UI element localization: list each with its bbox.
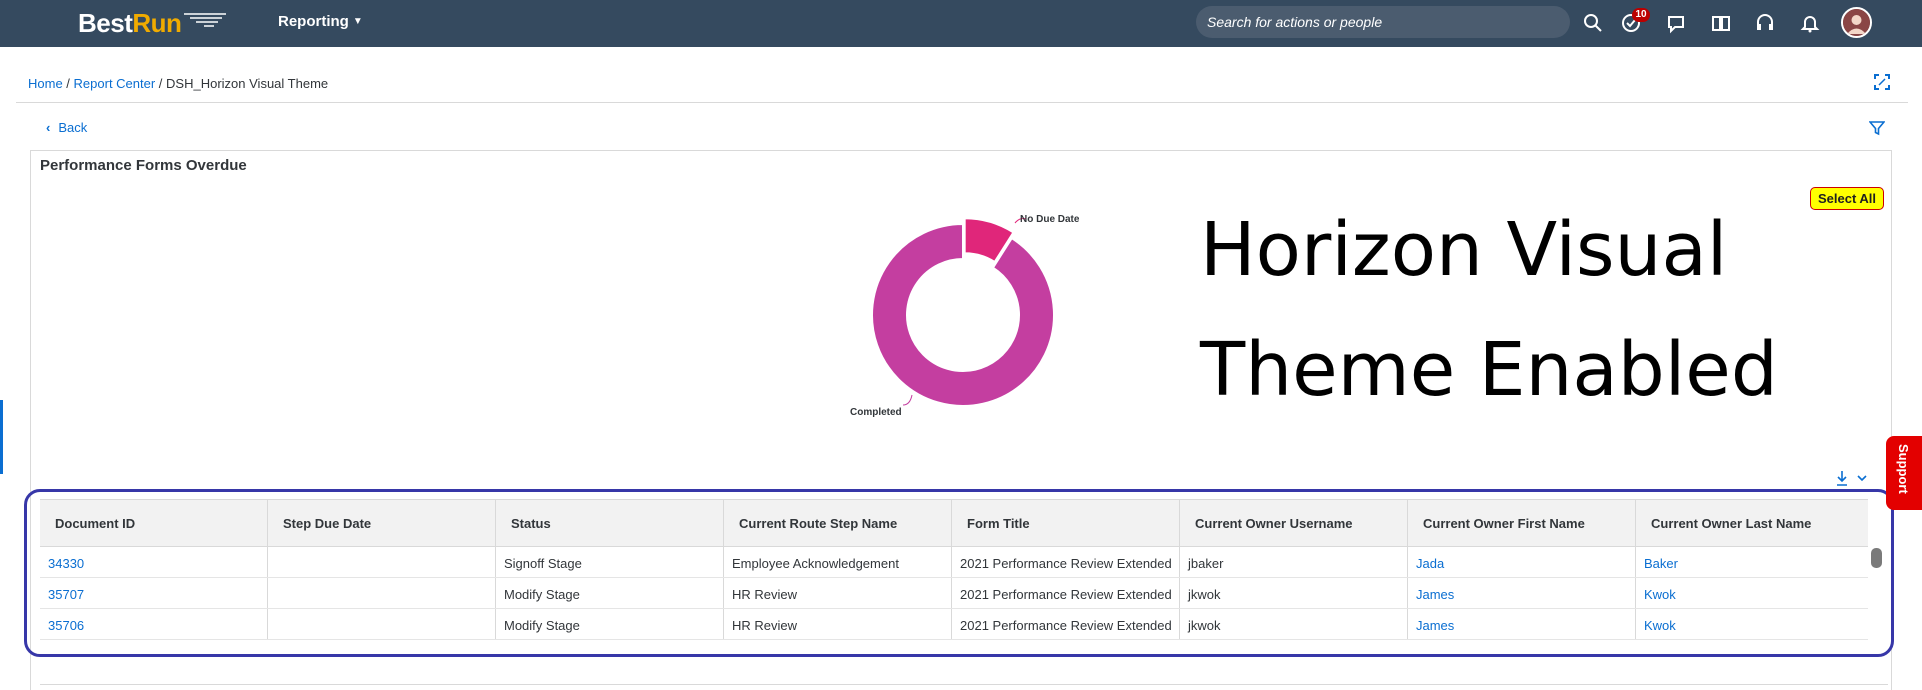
side-panel-tab[interactable]: [0, 400, 3, 474]
last-name-link[interactable]: Kwok: [1636, 578, 1864, 608]
divider: [16, 102, 1908, 103]
table-cell: [268, 578, 496, 608]
company-logo[interactable]: BestRun: [78, 8, 182, 40]
table-row[interactable]: 34330 Signoff Stage Employee Acknowledge…: [40, 547, 1868, 578]
table-cell: 2021 Performance Review Extended: [952, 609, 1180, 639]
last-name-link[interactable]: Baker: [1636, 547, 1864, 577]
table-header: Document ID Step Due Date Status Current…: [40, 499, 1868, 547]
breadcrumb-home[interactable]: Home: [28, 76, 63, 91]
last-name-link[interactable]: Kwok: [1636, 609, 1864, 639]
table-cell: 2021 Performance Review Extended: [952, 547, 1180, 577]
column-header[interactable]: Form Title: [952, 500, 1180, 546]
table-cell: jkwok: [1180, 609, 1408, 639]
table-cell: jbaker: [1180, 547, 1408, 577]
fullscreen-icon[interactable]: [1874, 74, 1890, 90]
search-icon[interactable]: [1582, 12, 1604, 34]
table-row[interactable]: 35707 Modify Stage HR Review 2021 Perfor…: [40, 578, 1868, 609]
chat-icon[interactable]: [1665, 12, 1687, 34]
label-no-due-date: No Due Date: [1020, 214, 1080, 225]
scrollbar-thumb[interactable]: [1871, 548, 1882, 568]
tile-title: Performance Forms Overdue: [40, 157, 247, 174]
select-all-button[interactable]: Select All: [1810, 187, 1884, 210]
support-tab[interactable]: Support: [1886, 436, 1922, 510]
logo-swoosh-icon: [184, 13, 226, 27]
table-cell: Employee Acknowledgement: [724, 547, 952, 577]
table-cell: HR Review: [724, 609, 952, 639]
breadcrumb: Home / Report Center / DSH_Horizon Visua…: [28, 76, 329, 91]
first-name-link[interactable]: James: [1408, 578, 1636, 608]
chevron-left-icon: ‹: [46, 120, 51, 135]
back-button[interactable]: ‹ Back: [46, 120, 87, 135]
document-id-link[interactable]: 34330: [40, 547, 268, 577]
donut-slice-completed[interactable]: [871, 222, 1055, 407]
bell-icon[interactable]: [1799, 12, 1821, 34]
table-cell: Modify Stage: [496, 578, 724, 608]
table-cell: [268, 547, 496, 577]
leader-line: [902, 394, 913, 406]
data-table: Document ID Step Due Date Status Current…: [40, 499, 1868, 640]
shell-bar: BestRun Reporting ▼ Search for actions or…: [0, 0, 1922, 47]
column-header[interactable]: Document ID: [40, 500, 268, 546]
table-scrollbar[interactable]: [1871, 548, 1883, 638]
search-input[interactable]: Search for actions or people: [1196, 6, 1570, 38]
table-cell: HR Review: [724, 578, 952, 608]
breadcrumb-current: DSH_Horizon Visual Theme: [166, 76, 329, 91]
table-cell: Modify Stage: [496, 609, 724, 639]
table-row[interactable]: 35706 Modify Stage HR Review 2021 Perfor…: [40, 609, 1868, 640]
donut-chart[interactable]: [840, 205, 1070, 425]
learning-icon[interactable]: [1710, 12, 1732, 34]
column-header[interactable]: Current Owner First Name: [1408, 500, 1636, 546]
document-id-link[interactable]: 35707: [40, 578, 268, 608]
column-header[interactable]: Current Owner Username: [1180, 500, 1408, 546]
document-id-link[interactable]: 35706: [40, 609, 268, 639]
avatar-image-icon: [1843, 9, 1870, 36]
table-cell: 2021 Performance Review Extended: [952, 578, 1180, 608]
filter-icon[interactable]: [1869, 120, 1885, 136]
theme-banner-text: Horizon Visual Theme Enabled: [1200, 207, 1778, 413]
notification-count-badge: 10: [1632, 8, 1650, 22]
column-header[interactable]: Current Route Step Name: [724, 500, 952, 546]
first-name-link[interactable]: Jada: [1408, 547, 1636, 577]
table-cell: Signoff Stage: [496, 547, 724, 577]
download-icon[interactable]: [1836, 470, 1872, 486]
user-avatar[interactable]: [1841, 7, 1872, 38]
reporting-menu[interactable]: Reporting ▼: [278, 13, 363, 30]
support-headset-icon[interactable]: [1754, 12, 1776, 34]
column-header[interactable]: Current Owner Last Name: [1636, 500, 1864, 546]
column-header[interactable]: Status: [496, 500, 724, 546]
caret-down-icon: ▼: [352, 16, 363, 27]
first-name-link[interactable]: James: [1408, 609, 1636, 639]
table-cell: [268, 609, 496, 639]
column-header[interactable]: Step Due Date: [268, 500, 496, 546]
breadcrumb-report-center[interactable]: Report Center: [74, 76, 156, 91]
label-completed: Completed: [850, 407, 902, 418]
table-cell: jkwok: [1180, 578, 1408, 608]
